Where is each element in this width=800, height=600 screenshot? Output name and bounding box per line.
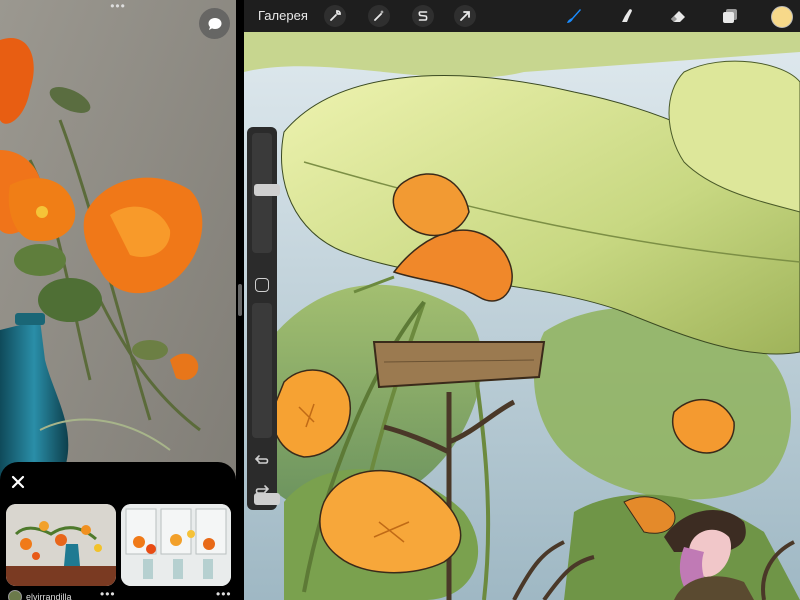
related-pin-thumbnail[interactable]: [6, 504, 116, 586]
related-pins-sheet: elvirrandilla ••• •••: [0, 462, 236, 600]
wrench-icon: [330, 10, 341, 21]
multitask-menu-dots[interactable]: •••: [108, 0, 128, 12]
eraser-icon: [671, 11, 685, 22]
brush-icon: [567, 9, 581, 23]
actions-button[interactable]: [324, 5, 346, 27]
arrow-cursor-icon: [460, 11, 470, 21]
vase-flowers-thumbnail-image: [6, 504, 116, 586]
eraser-button[interactable]: [667, 5, 689, 27]
smudge-button[interactable]: [616, 5, 638, 27]
reference-photo-pane: ••• elvirrandilla ••• •••: [0, 0, 236, 600]
brush-button[interactable]: [562, 5, 584, 27]
magic-wand-icon: [374, 10, 385, 21]
drawing-app-pane: Галерея: [244, 0, 800, 600]
username: elvirrandilla: [26, 592, 72, 600]
comment-button[interactable]: [199, 8, 230, 39]
split-view-handle[interactable]: [238, 284, 242, 316]
modify-button[interactable]: [255, 278, 269, 292]
split-view-divider[interactable]: [236, 0, 244, 600]
redo-button[interactable]: [254, 483, 270, 499]
undo-arrow-icon: [254, 455, 269, 464]
chat-bubble-icon: [208, 17, 221, 30]
smudge-finger-icon: [622, 9, 632, 22]
window-flowers-thumbnail-image: [121, 504, 231, 586]
selection-s-icon: [418, 11, 428, 21]
brush-sidebar: [247, 127, 280, 510]
close-button[interactable]: [8, 472, 28, 492]
color-swatch-button[interactable]: [771, 6, 793, 28]
avatar: [8, 590, 22, 600]
more-options-icon[interactable]: •••: [216, 588, 232, 600]
transform-button[interactable]: [454, 5, 476, 27]
brush-size-slider[interactable]: [252, 133, 280, 253]
more-options-icon[interactable]: •••: [100, 588, 116, 600]
close-icon: [11, 475, 25, 489]
related-pin-thumbnail[interactable]: [121, 504, 231, 586]
undo-button[interactable]: [254, 453, 270, 469]
adjustments-button[interactable]: [368, 5, 390, 27]
redo-arrow-icon: [255, 485, 270, 494]
brush-size-slider-thumb[interactable]: [254, 184, 280, 196]
gallery-button[interactable]: Галерея: [258, 8, 308, 23]
layers-icon: [723, 9, 737, 23]
drawing-canvas[interactable]: [244, 32, 800, 600]
canvas-toolbar: Галерея: [244, 0, 800, 32]
layers-button[interactable]: [719, 5, 741, 27]
pin-author[interactable]: elvirrandilla: [8, 590, 72, 600]
selection-button[interactable]: [412, 5, 434, 27]
brush-opacity-slider[interactable]: [252, 303, 280, 505]
